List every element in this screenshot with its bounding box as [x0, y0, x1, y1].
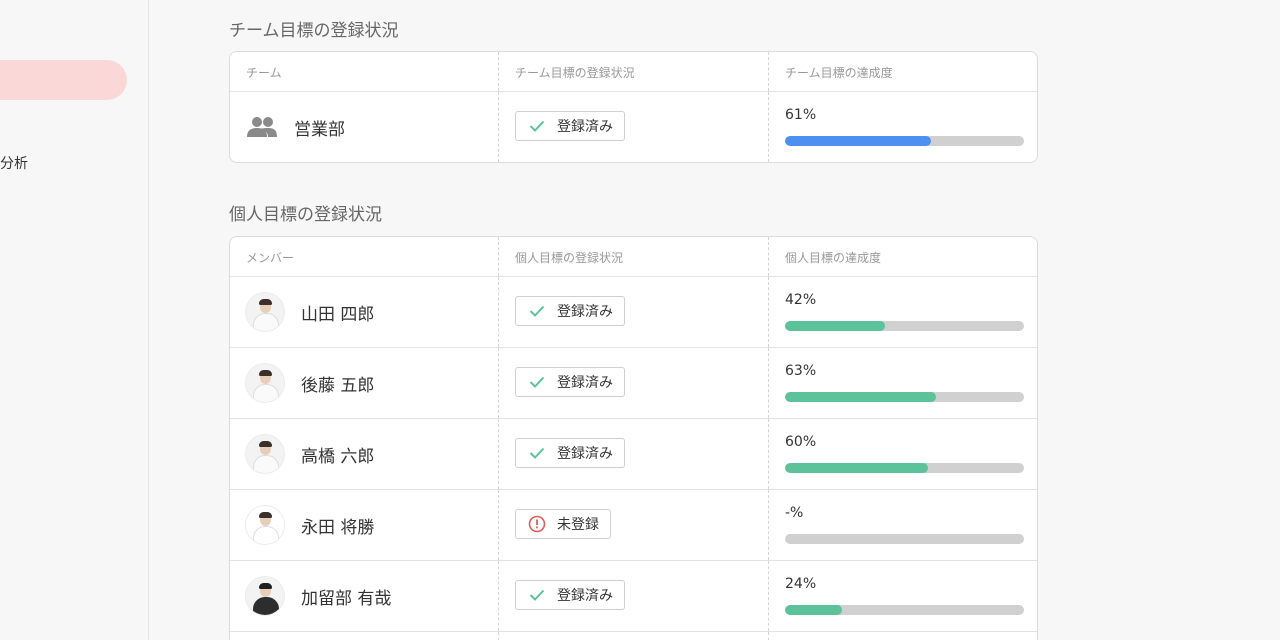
table-row[interactable]: 後藤 五郎 登録済み 63% — [230, 348, 1037, 419]
column-header-personal-progress: 個人目標の達成度 — [785, 251, 882, 265]
progress-fill — [785, 321, 886, 331]
status-badge: 未登録 — [515, 509, 611, 539]
avatar — [245, 363, 285, 403]
progress-fill — [785, 463, 929, 473]
column-header-team: チーム — [246, 66, 282, 80]
column-header-member: メンバー — [246, 251, 295, 265]
team-section-title: チーム目標の登録状況 — [229, 21, 399, 41]
table-row[interactable]: 永田 将勝 未登録 -% — [230, 490, 1037, 561]
progress-percent: 60% — [785, 434, 817, 450]
status-badge: 登録済み — [515, 438, 625, 468]
status-label: 登録済み — [557, 375, 613, 391]
personal-section-title: 個人目標の登録状況 — [229, 205, 382, 225]
avatar — [245, 292, 285, 332]
column-header-personal-status: 個人目標の登録状況 — [515, 251, 624, 265]
progress-fill — [785, 392, 936, 402]
progress-percent: 61% — [785, 107, 817, 123]
status-label: 未登録 — [557, 517, 599, 533]
status-badge: 登録済み — [515, 111, 625, 141]
sidebar-item-active[interactable] — [0, 60, 127, 100]
progress-percent: 63% — [785, 363, 817, 379]
member-name: 高橋 六郎 — [301, 446, 375, 467]
progress-bar — [785, 463, 1024, 473]
member-name: 後藤 五郎 — [301, 375, 375, 396]
check-icon — [528, 444, 546, 462]
status-label: 登録済み — [557, 119, 613, 135]
check-icon — [528, 373, 546, 391]
status-label: 登録済み — [557, 588, 613, 604]
table-header: チーム チーム目標の登録状況 チーム目標の達成度 — [230, 52, 1037, 92]
column-header-team-status: チーム目標の登録状況 — [515, 66, 635, 80]
progress-bar — [785, 392, 1024, 402]
status-badge: 登録済み — [515, 296, 625, 326]
group-icon — [245, 110, 279, 144]
alert-circle-icon — [528, 515, 546, 533]
progress-percent: -% — [785, 505, 804, 521]
progress-fill — [785, 605, 843, 615]
progress-bar — [785, 605, 1024, 615]
status-label: 登録済み — [557, 446, 613, 462]
column-header-team-progress: チーム目標の達成度 — [785, 66, 893, 80]
check-icon — [528, 586, 546, 604]
table-header: メンバー 個人目標の登録状況 個人目標の達成度 — [230, 237, 1037, 277]
progress-bar — [785, 321, 1024, 331]
table-row[interactable]: 営業部 登録済み 61% — [230, 92, 1037, 162]
team-name: 営業部 — [294, 119, 345, 140]
table-row[interactable]: 加留部 有哉 登録済み 24% — [230, 561, 1037, 632]
progress-percent: 42% — [785, 292, 817, 308]
status-badge: 登録済み — [515, 367, 625, 397]
avatar — [245, 505, 285, 545]
member-name: 永田 将勝 — [301, 517, 375, 538]
status-label: 登録済み — [557, 304, 613, 320]
check-icon — [528, 117, 546, 135]
progress-bar — [785, 534, 1024, 544]
status-badge: 登録済み — [515, 580, 625, 610]
progress-bar — [785, 136, 1024, 146]
avatar — [245, 576, 285, 616]
avatar — [245, 434, 285, 474]
sidebar: 分析 — [0, 0, 149, 640]
member-name: 加留部 有哉 — [301, 588, 392, 609]
personal-goal-table: メンバー 個人目標の登録状況 個人目標の達成度 山田 四郎 登録済み 42% 後… — [229, 236, 1038, 640]
table-row[interactable]: 山田 四郎 登録済み 42% — [230, 277, 1037, 348]
team-goal-table: チーム チーム目標の登録状況 チーム目標の達成度 営業部 登録済み 61% — [229, 51, 1038, 163]
progress-percent: 24% — [785, 576, 817, 592]
table-row[interactable] — [230, 632, 1037, 640]
check-icon — [528, 302, 546, 320]
member-name: 山田 四郎 — [301, 304, 375, 325]
sidebar-item-analysis[interactable]: 分析 — [0, 153, 28, 173]
progress-fill — [785, 136, 931, 146]
table-row[interactable]: 高橋 六郎 登録済み 60% — [230, 419, 1037, 490]
